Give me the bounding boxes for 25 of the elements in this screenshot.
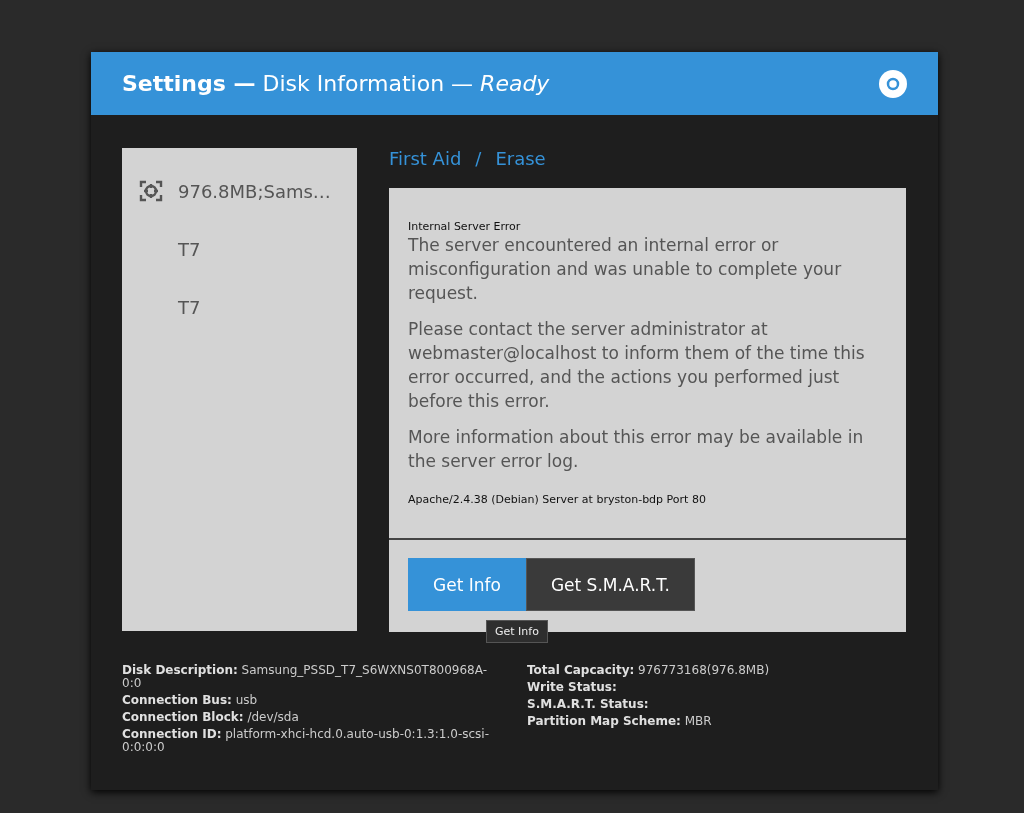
detail-row-text: Connection Bus: usb <box>122 694 259 707</box>
detail-row-text: Connection Block: /dev/sda <box>122 711 300 724</box>
detail-row-text: Disk Description: Samsung_PSSD_T7_S6WXNS0T800968A-0:0 <box>122 664 488 690</box>
detail-row: Total Capcacity: 976773168(976.8MB) <box>527 664 770 677</box>
sidebar-item[interactable]: T7 <box>122 278 357 336</box>
window-title: Settings — Disk Information — Ready <box>122 71 550 96</box>
detail-row-text: Connection ID: platform-xhci-hcd.0.auto-usb-0:1.3:1.0-scsi-0:0:0:0 <box>122 728 490 754</box>
tooltip: Get Info <box>486 620 548 643</box>
disc-icon[interactable] <box>879 69 907 98</box>
sidebar-item[interactable]: 976.8MB;Sams… <box>122 162 357 220</box>
error-heading: Internal Server Error <box>408 220 522 233</box>
breadcrumb-separator: / <box>475 148 482 169</box>
breadcrumb-link[interactable]: Erase <box>495 148 546 169</box>
action-button[interactable]: Get Info <box>408 558 526 611</box>
error-paragraph: Please contact the server administrator at webmaster@localhost to inform them of the time this error occurred, and the actions you performed just before this error. <box>408 318 866 413</box>
detail-row-text: S.M.A.R.T. Status: <box>527 698 650 711</box>
breadcrumb-link[interactable]: First Aid <box>389 148 462 169</box>
detail-row-text: Write Status: <box>527 681 618 694</box>
action-button[interactable]: Get S.M.A.R.T. <box>525 558 695 611</box>
disk-target-icon <box>139 179 163 203</box>
error-paragraph: More information about this error may be available in the server error log. <box>408 426 865 473</box>
sidebar-item[interactable]: T7 <box>122 220 357 278</box>
detail-row-text: Partition Map Scheme: MBR <box>527 715 713 728</box>
server-signature: Apache/2.4.38 (Debian) Server at bryston-bdp Port 80 <box>408 493 707 506</box>
error-paragraph: The server encountered an internal error or misconfiguration and was unable to complete your request. <box>408 234 843 305</box>
